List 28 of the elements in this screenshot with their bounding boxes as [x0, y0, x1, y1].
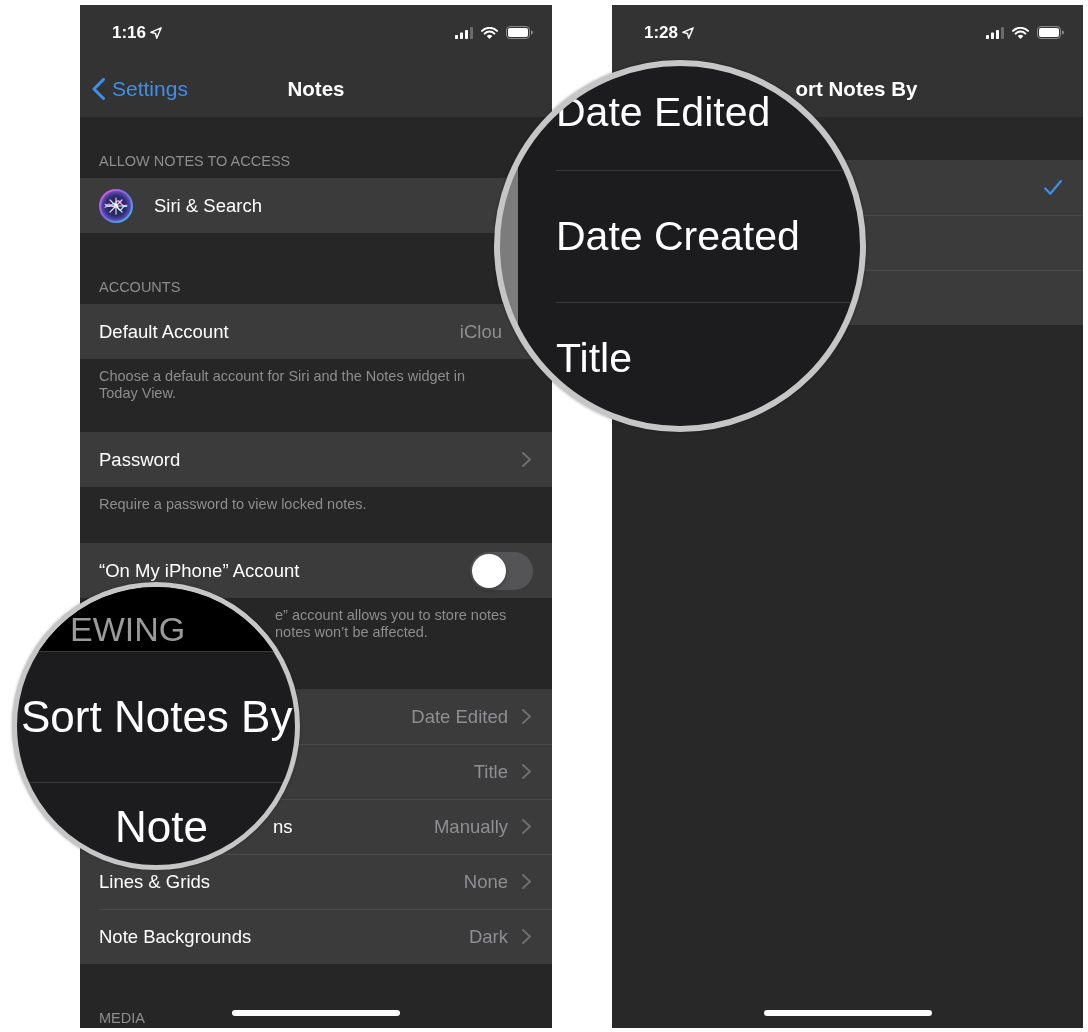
footer-text: notes won’t be affected. [275, 624, 428, 640]
screen-title: Notes [287, 76, 345, 101]
row-value: Date Edited [411, 705, 508, 728]
row-value: None [463, 870, 508, 893]
row-label: Password [99, 448, 181, 471]
row-label: Lines & Grids [99, 870, 211, 893]
row-label: Siri & Search [154, 194, 262, 217]
magnified-label: Note [115, 802, 208, 851]
screen-title: ort Notes By [795, 76, 918, 101]
footer-text: Choose a default account for Siri and the Notes widget in Today View. [99, 368, 465, 401]
row-value: Dark [468, 925, 508, 948]
footer-text: Require a password to view locked notes. [99, 496, 367, 512]
section-header: MEDIA [99, 1010, 145, 1026]
status-time: 1:28 [644, 22, 679, 43]
section-header: ACCOUNTS [99, 279, 181, 295]
row-value: Manually [433, 815, 508, 838]
magnified-label: Title [556, 335, 632, 381]
section-header: ALLOW NOTES TO ACCESS [99, 153, 291, 169]
magnified-header: EWING [70, 610, 186, 648]
row-label: Default Account [99, 320, 229, 343]
magnified-label: Date Created [556, 216, 800, 257]
row-label: Note Backgrounds [99, 925, 252, 948]
row-label: “On My iPhone” Account [99, 559, 300, 582]
row-value: iClou [459, 320, 502, 343]
row-value: Title [473, 760, 508, 783]
status-time: 1:16 [112, 22, 147, 43]
row-label: ns [273, 815, 293, 838]
footer-text: e” account allows you to store notes [275, 607, 507, 623]
